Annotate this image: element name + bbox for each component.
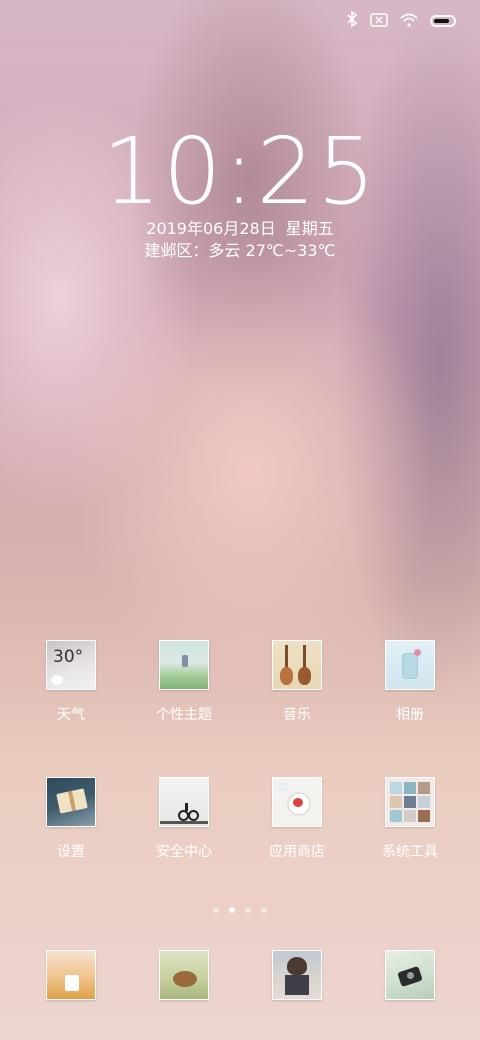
- app-label: 个性主题: [156, 707, 212, 723]
- dock-browser[interactable]: [247, 950, 347, 1000]
- clock-time[interactable]: 10:25: [0, 120, 480, 224]
- browser-icon: [272, 950, 322, 1000]
- dock-messages[interactable]: [134, 950, 234, 1000]
- app-label: 音乐: [283, 707, 311, 723]
- app-store[interactable]: 应用商店: [247, 777, 347, 861]
- app-label: 安全中心: [156, 844, 212, 860]
- security-icon: [159, 777, 209, 827]
- app-label: 应用商店: [269, 844, 325, 860]
- app-store-icon: [272, 777, 322, 827]
- music-icon: [272, 640, 322, 690]
- weekday-text: 星期五: [285, 219, 334, 238]
- no-sim-icon: [370, 12, 388, 31]
- phone-icon: [46, 950, 96, 1000]
- battery-icon: [430, 15, 456, 27]
- dock-phone[interactable]: [21, 950, 121, 1000]
- date-text: 2019年06月28日: [146, 219, 276, 238]
- app-theme[interactable]: 个性主题: [134, 640, 234, 724]
- app-music[interactable]: 音乐: [247, 640, 347, 724]
- app-system-tools[interactable]: 系统工具: [360, 777, 460, 861]
- date-line[interactable]: 2019年06月28日 星期五: [0, 215, 480, 239]
- weather-icon: 30°: [46, 640, 96, 690]
- app-label: 设置: [57, 844, 85, 860]
- wifi-icon: [400, 12, 418, 31]
- weather-temp: 30°: [53, 647, 84, 667]
- page-indicator[interactable]: [0, 898, 480, 917]
- app-security[interactable]: 安全中心: [134, 777, 234, 861]
- messages-icon: [159, 950, 209, 1000]
- app-label: 系统工具: [382, 844, 438, 860]
- page-dot[interactable]: [245, 907, 251, 913]
- app-gallery[interactable]: 相册: [360, 640, 460, 724]
- theme-icon: [159, 640, 209, 690]
- gallery-icon: [385, 640, 435, 690]
- app-settings[interactable]: 设置: [21, 777, 121, 861]
- page-dot[interactable]: [261, 907, 267, 913]
- settings-icon: [46, 777, 96, 827]
- status-bar: [346, 10, 456, 32]
- page-dot-active[interactable]: [229, 907, 235, 913]
- system-tools-folder-icon: [385, 777, 435, 827]
- dock-camera[interactable]: [360, 950, 460, 1000]
- app-label: 天气: [57, 707, 85, 723]
- camera-icon: [385, 950, 435, 1000]
- page-dot[interactable]: [213, 907, 219, 913]
- bluetooth-icon: [346, 10, 358, 32]
- weather-text[interactable]: 建邺区：多云 27℃~33℃: [0, 237, 480, 261]
- app-label: 相册: [396, 707, 424, 723]
- app-weather[interactable]: 30° 天气: [21, 640, 121, 724]
